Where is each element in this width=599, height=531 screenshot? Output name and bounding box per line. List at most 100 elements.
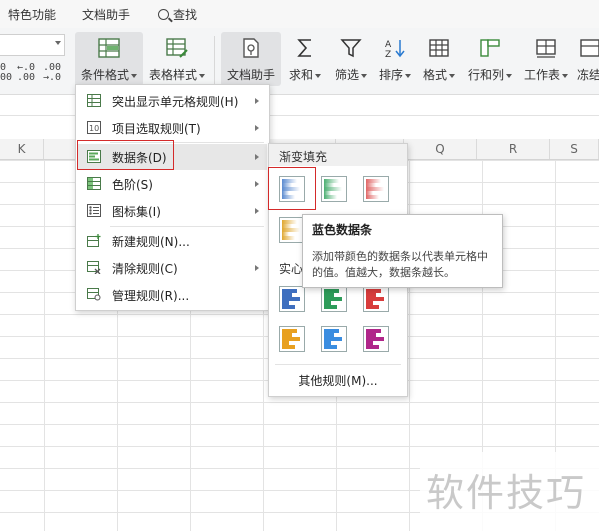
chevron-right-icon (255, 98, 259, 104)
swatch-bar (324, 305, 337, 309)
swatch-bar (324, 195, 337, 199)
swatch-bar (324, 345, 337, 349)
highlight-box-data-bars (77, 140, 174, 170)
more-rules-item[interactable]: 其他规则(M)... (269, 372, 407, 389)
menu-tab-special[interactable]: 特色功能 (8, 6, 56, 23)
svg-text:10: 10 (89, 124, 99, 133)
swatch-bar (366, 305, 379, 309)
color-scales-icon (87, 177, 101, 190)
menu-tab-doc-assistant[interactable]: 文档助手 (82, 6, 130, 23)
solid-green-data-bar[interactable] (321, 286, 347, 312)
freeze-button[interactable]: 冻结 (575, 32, 599, 86)
sum-button[interactable]: 求和 (285, 32, 325, 86)
solid-red-data-bar[interactable] (363, 286, 389, 312)
menu-item-label: 图标集(I) (112, 205, 161, 219)
menu-item-icon-sets[interactable]: 图标集(I) (78, 198, 267, 224)
gradient-green-data-bar[interactable] (321, 176, 347, 202)
doc-assistant-label: 文档助手 (226, 68, 275, 82)
gradient-red-data-bar[interactable] (363, 176, 389, 202)
worksheet-label: 工作表 (520, 66, 572, 83)
solid-orange-data-bar[interactable] (279, 326, 305, 352)
table-style-icon (166, 38, 188, 58)
manage-rules-icon (87, 288, 101, 301)
watermark-text: 软件技巧 (426, 471, 587, 515)
menu-item-manage-rules[interactable]: 管理规则(R)... (78, 282, 267, 308)
sum-label: 求和 (285, 66, 325, 83)
swatch-bar (366, 345, 379, 349)
tooltip: 蓝色数据条 添加带颜色的数据条以代表单元格中的值。值越大，数据条越长。 (302, 214, 503, 288)
increase-decimal-button[interactable]: ←.0 .00 (17, 63, 35, 83)
menu-item-new-rule[interactable]: 新建规则(N)... (78, 228, 267, 254)
highlight-rules-icon (87, 94, 101, 107)
freeze-icon (580, 39, 599, 57)
menu-item-label: 管理规则(R)... (112, 289, 190, 303)
filter-button[interactable]: 筛选 (330, 32, 372, 86)
swatch-bar (366, 195, 379, 199)
table-style-button[interactable]: 表格样式 (146, 32, 208, 86)
filter-icon (340, 39, 362, 58)
column-header-r[interactable]: R (477, 139, 550, 159)
solid-light-blue-data-bar[interactable] (321, 326, 347, 352)
solid-purple-data-bar[interactable] (363, 326, 389, 352)
column-header-k[interactable]: K (0, 139, 44, 159)
doc-assistant-button[interactable]: 文档助手 (221, 32, 281, 86)
row-col-label: 行和列 (464, 66, 516, 83)
row-col-button[interactable]: 行和列 (464, 32, 516, 86)
sort-icon: A Z (385, 40, 405, 58)
submenu-divider (275, 364, 401, 365)
swatch-bar (282, 345, 295, 349)
chevron-right-icon (255, 125, 259, 131)
menu-item-clear-rules[interactable]: 清除规则(C) (78, 255, 267, 281)
highlight-box-blue-data-bar (268, 167, 316, 210)
tooltip-description: 添加带颜色的数据条以代表单元格中的值。值越大，数据条越长。 (312, 250, 488, 279)
format-icon (429, 39, 449, 57)
clear-rules-icon (87, 261, 101, 274)
number-format-label[interactable]: 0 00 (0, 63, 12, 83)
conditional-format-icon (98, 38, 120, 58)
search-button[interactable]: 查找 (158, 6, 197, 23)
swatch-bar (282, 305, 295, 309)
sigma-icon (297, 39, 311, 57)
number-format-box[interactable] (0, 34, 65, 56)
solid-fill-title: 实心 (279, 262, 304, 276)
menu-item-highlight-rules[interactable]: 突出显示单元格规则(H) (78, 88, 267, 114)
column-header-s[interactable]: S (550, 139, 599, 159)
menu-bar: 特色功能 文档助手 查找 (0, 0, 599, 28)
solid-blue-data-bar[interactable] (279, 286, 305, 312)
swatch-bar (282, 236, 295, 240)
format-button[interactable]: 格式 (419, 32, 459, 86)
doc-assistant-icon (243, 38, 259, 58)
menu-item-color-scales[interactable]: 色阶(S) (78, 171, 267, 197)
conditional-format-button[interactable]: 条件格式 (75, 32, 143, 86)
freeze-label: 冻结 (577, 68, 599, 82)
menu-divider (110, 226, 264, 227)
menu-item-label: 色阶(S) (112, 178, 153, 192)
conditional-format-label: 条件格式 (75, 66, 143, 83)
ribbon-divider (214, 36, 215, 84)
chevron-down-icon (55, 41, 61, 45)
column-header-q[interactable]: Q (404, 139, 477, 159)
tooltip-title: 蓝色数据条 (312, 223, 373, 237)
decrease-decimal-button[interactable]: .00 →.0 (43, 63, 61, 83)
filter-label: 筛选 (330, 66, 372, 83)
search-icon (158, 9, 169, 20)
format-label: 格式 (419, 66, 459, 83)
menu-item-top-bottom-rules[interactable]: 10 项目选取规则(T) (78, 115, 267, 141)
chevron-right-icon (255, 154, 259, 160)
svg-text:A: A (385, 40, 392, 50)
icon-sets-icon (87, 204, 101, 217)
menu-item-label: 项目选取规则(T) (112, 122, 201, 136)
worksheet-icon (536, 39, 556, 58)
svg-text:Z: Z (385, 50, 391, 58)
worksheet-button[interactable]: 工作表 (520, 32, 572, 86)
new-rule-icon (87, 234, 101, 247)
sort-button[interactable]: A Z 排序 (375, 32, 415, 86)
conditional-format-menu: 突出显示单元格规则(H) 10 项目选取规则(T) 数据条(D) 色阶(S) 图… (75, 84, 270, 311)
table-style-label: 表格样式 (146, 66, 208, 83)
sort-label: 排序 (375, 66, 415, 83)
menu-item-label: 清除规则(C) (112, 262, 178, 276)
watermark: 软件技巧 (420, 452, 599, 531)
menu-item-label: 突出显示单元格规则(H) (112, 95, 239, 109)
row-col-icon (480, 39, 500, 57)
chevron-right-icon (255, 265, 259, 271)
